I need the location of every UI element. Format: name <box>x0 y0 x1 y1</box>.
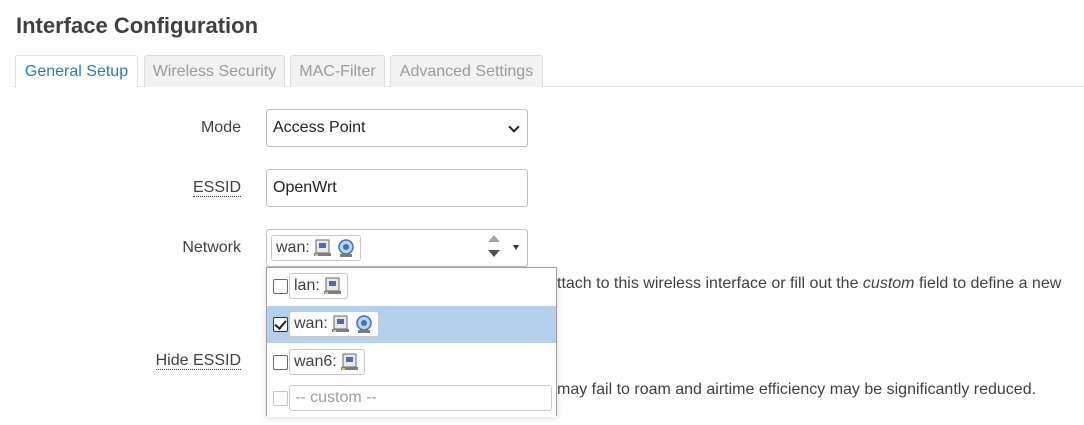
chip-lan-label: lan: <box>294 277 320 294</box>
tab-advanced-settings[interactable]: Advanced Settings <box>390 55 543 87</box>
network-selected-chip-label: wan: <box>276 239 310 256</box>
essid-input[interactable]: OpenWrt <box>266 169 528 207</box>
hide-essid-label: Hide ESSID <box>121 352 241 370</box>
hide-essid-label-text: Hide ESSID <box>155 352 241 370</box>
chip-wan6: wan6: <box>289 349 365 375</box>
checkbox-wan6[interactable] <box>273 355 288 370</box>
network-help-part1: ttach to this wireless interface or fill… <box>557 275 863 292</box>
spin-down-icon[interactable] <box>488 250 500 257</box>
wireless-icon <box>356 315 372 333</box>
network-help-text: ttach to this wireless interface or fill… <box>557 275 1061 293</box>
tab-wireless-security[interactable]: Wireless Security <box>144 55 285 87</box>
mode-select[interactable]: Access Point <box>266 109 528 147</box>
network-dropdown: lan: wan: wan6: -- custom -- <box>266 267 557 417</box>
chevron-down-icon <box>508 121 520 133</box>
checkbox-lan[interactable] <box>273 279 288 294</box>
network-spinner[interactable] <box>485 232 503 262</box>
hide-essid-help-text: may fail to roam and airtime efficiency … <box>557 381 1037 398</box>
network-label: Network <box>182 239 241 256</box>
network-option-wan[interactable]: wan: <box>267 306 556 343</box>
network-option-wan6[interactable]: wan6: <box>267 344 556 381</box>
network-selected-chip: wan: <box>271 235 361 261</box>
network-option-lan[interactable]: lan: <box>267 268 556 305</box>
mode-select-value: Access Point <box>273 119 366 136</box>
chip-wan-label: wan: <box>294 315 328 332</box>
wireless-icon <box>338 239 354 257</box>
network-help-part2: field to define a new <box>914 275 1062 292</box>
chip-lan: lan: <box>289 273 348 299</box>
tab-general-setup[interactable]: General Setup <box>15 55 138 88</box>
spin-up-icon[interactable] <box>488 235 500 242</box>
checkbox-custom[interactable] <box>273 391 288 406</box>
dropdown-caret-icon[interactable] <box>513 245 519 250</box>
chip-wan6-label: wan6: <box>294 353 337 370</box>
essid-label-text: ESSID <box>192 179 241 197</box>
mode-label: Mode <box>200 119 241 136</box>
network-help-em: custom <box>862 275 915 292</box>
ethernet-port-icon <box>323 277 341 294</box>
checkbox-wan[interactable] <box>273 317 288 332</box>
tab-mac-filter[interactable]: MAC-Filter <box>290 55 385 87</box>
network-option-custom[interactable]: -- custom -- <box>267 380 556 417</box>
ethernet-port-icon <box>331 315 349 332</box>
ethernet-port-icon <box>340 353 358 370</box>
ethernet-port-icon <box>313 239 331 256</box>
custom-network-input[interactable]: -- custom -- <box>289 385 552 411</box>
chip-wan: wan: <box>289 311 379 337</box>
page-title: Interface Configuration <box>16 13 259 38</box>
tab-bar: General Setup Wireless Security MAC-Filt… <box>12 55 1084 88</box>
essid-label: ESSID <box>121 179 241 197</box>
